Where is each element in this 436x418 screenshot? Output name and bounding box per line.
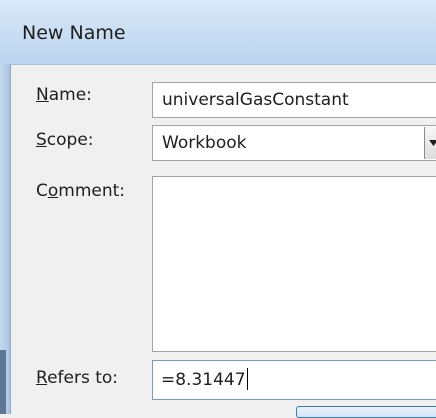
refers-to-label-text: efers to: [47,368,119,388]
refers-to-label: Refers to: [36,368,118,388]
comment-label: Comment: [36,181,125,201]
scope-select-value: Workbook [162,133,247,153]
scope-label-mnemonic: S [36,130,47,150]
scope-select[interactable]: Workbook [152,125,436,161]
text-caret [246,368,248,390]
name-label-mnemonic: N [36,85,49,105]
comment-label-text: mment: [58,181,126,201]
refers-to-label-mnemonic: R [36,368,48,388]
scope-label: Scope: [36,130,94,150]
name-label: Name: [36,85,92,105]
dialog-title: New Name [22,22,126,44]
title-bar[interactable]: New Name [0,0,436,65]
new-name-dialog: New Name Name: universalGasConstant Scop… [0,0,436,418]
comment-label-prefix: C [36,181,48,201]
window-frame-shadow [0,350,6,414]
scope-dropdown-button[interactable] [424,127,436,159]
name-input[interactable]: universalGasConstant [152,82,436,118]
refers-to-value: =8.31447 [161,370,246,390]
ok-button[interactable] [296,406,436,418]
chevron-down-icon [429,140,436,146]
name-label-text: ame: [48,85,92,105]
refers-to-input[interactable]: =8.31447 [152,360,436,400]
comment-label-mnemonic: o [47,181,59,201]
scope-label-text: cope: [46,130,94,150]
comment-textarea[interactable] [152,176,436,352]
